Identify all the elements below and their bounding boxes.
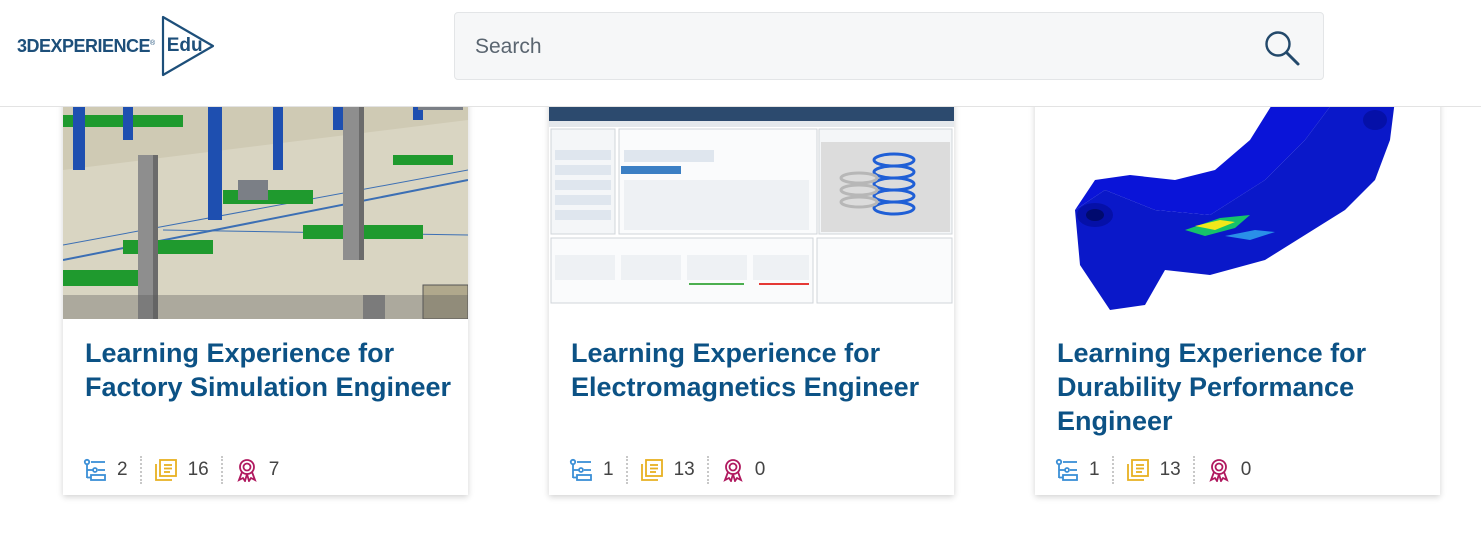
learning-paths-stat: 1 (1055, 455, 1112, 485)
award-badge-icon (1207, 458, 1231, 482)
contents-stat: 16 (154, 455, 221, 485)
logo-edu-text: Edu (166, 35, 203, 56)
stat-divider (706, 456, 709, 484)
course-title[interactable]: Learning Experience for Electromagnetics… (571, 336, 941, 404)
learning-path-icon (1055, 458, 1079, 482)
course-title[interactable]: Learning Experience for Factory Simulati… (85, 336, 455, 404)
learning-paths-count: 1 (1089, 459, 1100, 480)
badges-stat: 0 (721, 455, 778, 485)
course-stats: 2 16 7 (83, 455, 291, 485)
stat-divider (139, 456, 142, 484)
search-bar (454, 12, 1324, 80)
contents-stat: 13 (1126, 455, 1193, 485)
learning-paths-count: 2 (117, 459, 128, 480)
stat-divider (1111, 456, 1114, 484)
learning-path-icon (83, 458, 107, 482)
content-pages-icon (640, 458, 664, 482)
badges-stat: 0 (1207, 455, 1264, 485)
stat-divider (220, 456, 223, 484)
search-icon (1265, 31, 1300, 66)
contents-count: 13 (1159, 459, 1181, 480)
stat-divider (625, 456, 628, 484)
course-stats: 1 13 0 (1055, 455, 1263, 485)
award-badge-icon (721, 458, 745, 482)
logo-registered-mark: ® (150, 39, 155, 47)
course-card-electromagnetics[interactable]: Learning Experience for Electromagnetics… (549, 60, 954, 495)
award-badge-icon (235, 458, 259, 482)
badges-count: 0 (1240, 459, 1252, 480)
learning-path-icon (569, 458, 593, 482)
course-title[interactable]: Learning Experience for Durability Perfo… (1057, 336, 1427, 438)
badges-stat: 7 (235, 455, 292, 485)
search-input[interactable] (475, 31, 1235, 63)
contents-count: 13 (673, 459, 695, 480)
course-card-durability-performance[interactable]: Learning Experience for Durability Perfo… (1035, 60, 1440, 495)
learning-paths-stat: 1 (569, 455, 626, 485)
course-card-factory-simulation[interactable]: Learning Experience for Factory Simulati… (63, 60, 468, 495)
learning-paths-stat: 2 (83, 455, 140, 485)
contents-stat: 13 (640, 455, 707, 485)
search-button[interactable] (1261, 27, 1303, 69)
stat-divider (1192, 456, 1195, 484)
contents-count: 16 (187, 459, 209, 480)
content-pages-icon (154, 458, 178, 482)
edu-play-mark: Edu (159, 14, 217, 78)
3dexperience-edu-logo[interactable]: 3DEXPERIENCE® Edu (17, 14, 217, 78)
content-pages-icon (1126, 458, 1150, 482)
logo-main-text: 3DEXPERIENCE (17, 35, 151, 56)
top-header: 3DEXPERIENCE® Edu (0, 0, 1481, 107)
course-stats: 1 13 0 (569, 455, 777, 485)
badges-count: 0 (754, 459, 766, 480)
badges-count: 7 (268, 459, 280, 480)
learning-paths-count: 1 (603, 459, 614, 480)
